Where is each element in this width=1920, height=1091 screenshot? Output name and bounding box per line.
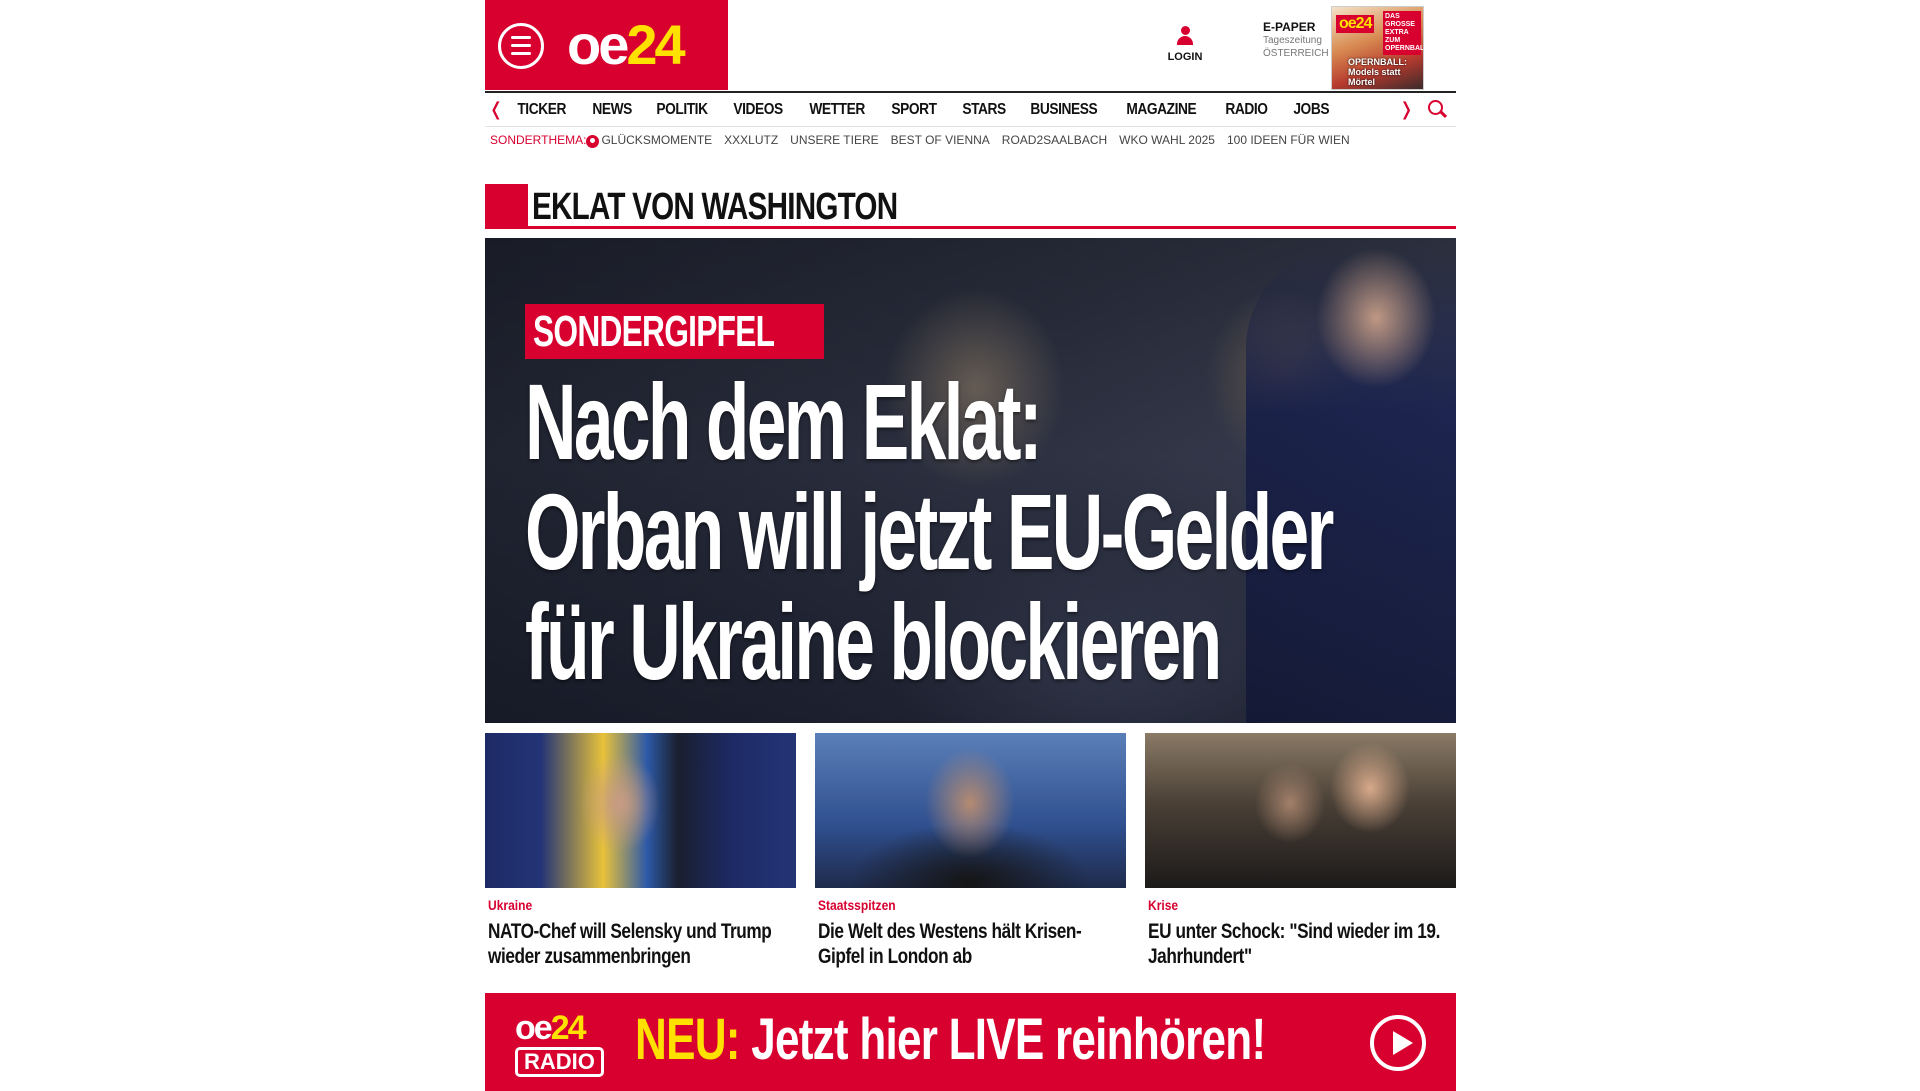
subnav-item-wko-wahl[interactable]: WKO WAHL 2025 <box>1119 133 1215 147</box>
teaser-image[interactable] <box>485 733 796 888</box>
hero-kicker: SONDERGIPFEL <box>525 304 825 359</box>
nav-item-radio[interactable]: RADIO <box>1215 101 1278 119</box>
radio-banner-neu: NEU: <box>635 1007 740 1072</box>
logo-24-text: 24 <box>626 13 685 76</box>
subnav-item-best-of-vienna[interactable]: BEST OF VIENNA <box>891 133 990 147</box>
epaper-cover-logo: oe24 <box>1336 15 1375 33</box>
radio-banner-text: NEU: Jetzt hier LIVE reinhören! <box>635 1005 1266 1075</box>
hero-article[interactable]: SONDERGIPFEL Nach dem Eklat: Orban will … <box>485 238 1456 723</box>
nav-item-magazine[interactable]: MAGAZINE <box>1116 101 1207 119</box>
epaper-cover-headline: OPERNBALL: Models statt Mörtel <box>1348 57 1407 87</box>
nav-item-business[interactable]: BUSINESS <box>1020 101 1108 119</box>
main-nav: ❬ TICKER NEWS POLITIK VIDEOS WETTER SPOR… <box>485 91 1456 127</box>
play-icon[interactable] <box>1370 1015 1426 1071</box>
teaser-category: Staatsspitzen <box>818 897 896 913</box>
epaper-cover-tag: DAS GROSSE EXTRA ZUM OPERNBALL <box>1383 11 1423 55</box>
epaper-cover-image[interactable]: oe24 DAS GROSSE EXTRA ZUM OPERNBALL OPER… <box>1331 6 1424 90</box>
site-header: oe24 LOGIN E-PAPER Tageszeitung ÖSTERREI… <box>485 0 1456 91</box>
radio-logo: oe24 RADIO <box>515 1011 607 1077</box>
section-heading: EKLAT VON WASHINGTON <box>485 184 1456 229</box>
hero-headline-line-1: Nach dem Eklat: <box>525 361 1043 482</box>
login-label: LOGIN <box>1167 51 1203 63</box>
login-button[interactable]: LOGIN <box>1165 26 1205 63</box>
nav-item-jobs[interactable]: JOBS <box>1283 101 1339 119</box>
radio-live-banner[interactable]: oe24 RADIO NEU: Jetzt hier LIVE reinhöre… <box>485 993 1456 1091</box>
subnav-item-road2saalbach[interactable]: ROAD2SAALBACH <box>1002 133 1107 147</box>
hero-headline-line-2: Orban will jetzt EU-Gelder <box>525 471 1334 592</box>
search-icon[interactable] <box>1428 100 1448 120</box>
teaser-title[interactable]: EU unter Schock: "Sind wieder im 19. Jah… <box>1148 919 1456 969</box>
subnav-item-xxxlutz[interactable]: XXXLUTZ <box>724 133 778 147</box>
radio-logo-oe: oe <box>515 1009 553 1047</box>
nav-item-stars[interactable]: STARS <box>952 101 1016 119</box>
subnav-item-unsere-tiere[interactable]: UNSERE TIERE <box>790 133 878 147</box>
radio-logo-24: 24 <box>550 1009 587 1047</box>
page: oe24 LOGIN E-PAPER Tageszeitung ÖSTERREI… <box>485 0 1456 1091</box>
epaper-subtitle-1: Tageszeitung <box>1263 35 1322 46</box>
site-logo[interactable]: oe24 <box>567 12 686 78</box>
teaser-category: Krise <box>1148 897 1179 913</box>
clover-icon <box>586 134 600 148</box>
epaper-title: E-PAPER <box>1263 20 1316 34</box>
hero-content: SONDERGIPFEL Nach dem Eklat: Orban will … <box>525 304 1456 697</box>
teaser-card[interactable]: Staatsspitzen Die Welt des Westens hält … <box>815 733 1126 969</box>
nav-item-ticker[interactable]: TICKER <box>507 101 576 119</box>
sonderthema-label: SONDERTHEMA: <box>490 133 587 147</box>
nav-item-news[interactable]: NEWS <box>582 101 642 119</box>
radio-logo-label: RADIO <box>515 1047 604 1077</box>
section-title[interactable]: EKLAT VON WASHINGTON <box>532 186 898 229</box>
epaper-subtitle-2: ÖSTERREICH <box>1263 48 1329 59</box>
subnav-item-gluecksmomente[interactable]: GLÜCKSMOMENTE <box>601 133 712 147</box>
radio-banner-cta: Jetzt hier LIVE reinhören! <box>739 1007 1266 1072</box>
nav-item-wetter[interactable]: WETTER <box>799 101 875 119</box>
nav-items: TICKER NEWS POLITIK VIDEOS WETTER SPORT … <box>507 101 1456 119</box>
logo-area: oe24 <box>485 0 728 90</box>
teaser-card[interactable]: Ukraine NATO-Chef will Selensky und Trum… <box>485 733 796 969</box>
subnav-item-100-ideen[interactable]: 100 IDEEN FÜR WIEN <box>1227 133 1350 147</box>
chevron-right-icon[interactable]: ❭ <box>1399 99 1414 120</box>
hero-headline[interactable]: Nach dem Eklat: Orban will jetzt EU-Geld… <box>525 367 1449 697</box>
user-icon <box>1176 26 1194 48</box>
chevron-left-icon[interactable]: ❬ <box>485 99 507 120</box>
hamburger-menu-icon[interactable] <box>498 23 544 69</box>
nav-item-videos[interactable]: VIDEOS <box>723 101 793 119</box>
hero-headline-line-3: für Ukraine blockieren <box>525 581 1222 702</box>
nav-item-politik[interactable]: POLITIK <box>646 101 718 119</box>
teaser-row: Ukraine NATO-Chef will Selensky und Trum… <box>485 733 1456 969</box>
nav-item-sport[interactable]: SPORT <box>881 101 947 119</box>
teaser-image[interactable] <box>1145 733 1456 888</box>
epaper-link[interactable]: E-PAPER Tageszeitung ÖSTERREICH <box>1263 20 1329 60</box>
teaser-title[interactable]: Die Welt des Westens hält Krisen-Gipfel … <box>818 919 1126 969</box>
logo-oe-text: oe <box>567 13 629 76</box>
section-accent-bar <box>485 184 528 227</box>
teaser-image[interactable] <box>815 733 1126 888</box>
teaser-title[interactable]: NATO-Chef will Selensky und Trump wieder… <box>488 919 796 969</box>
subnav-sonderthema: SONDERTHEMA: GLÜCKSMOMENTE XXXLUTZ UNSER… <box>485 127 1456 153</box>
hero-kicker-text: SONDERGIPFEL <box>533 307 775 356</box>
teaser-card[interactable]: Krise EU unter Schock: "Sind wieder im 1… <box>1145 733 1456 969</box>
teaser-category: Ukraine <box>488 897 533 913</box>
